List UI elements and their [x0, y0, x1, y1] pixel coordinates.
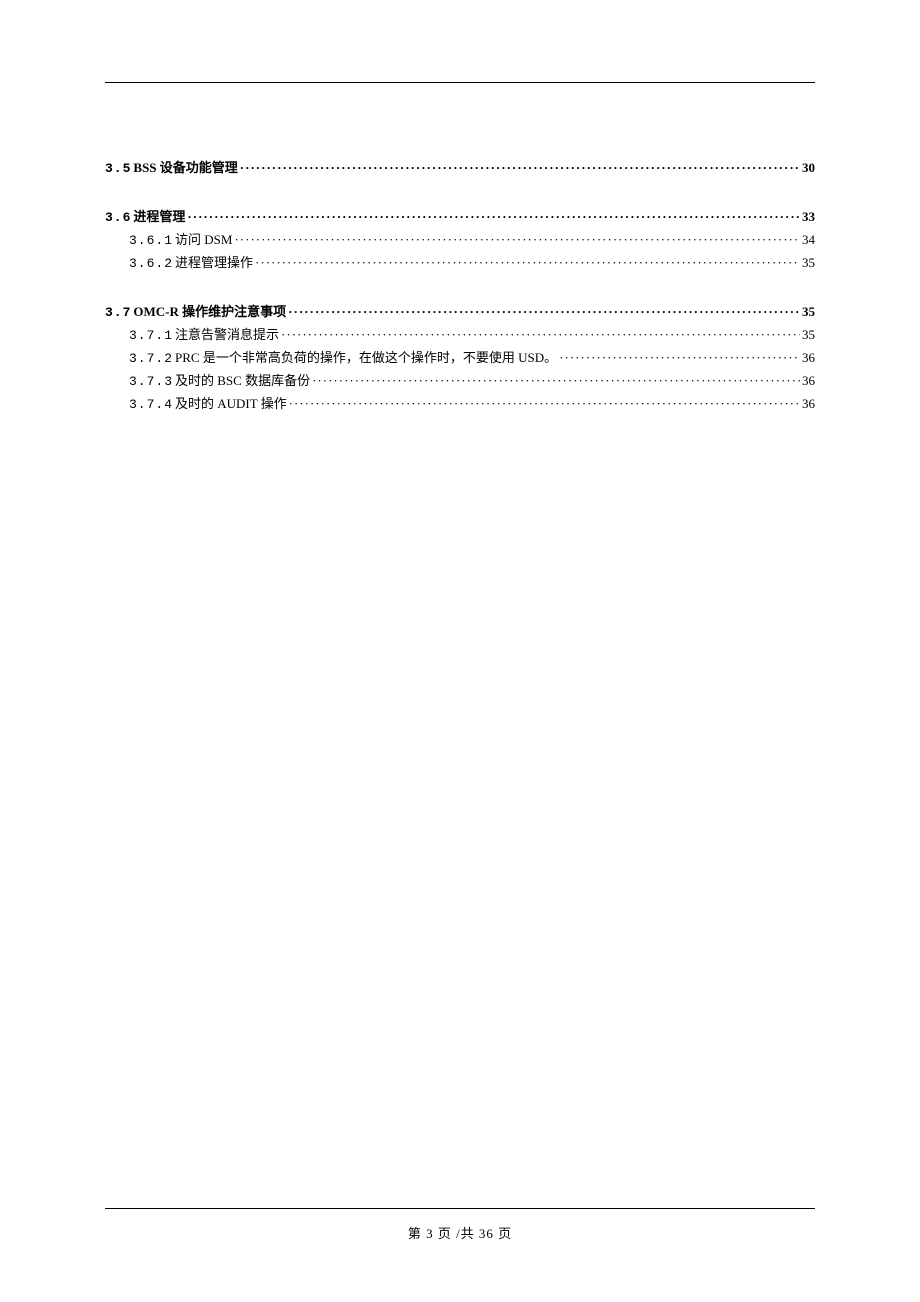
toc-subentry: 3.7.1 注意告警消息提示 35 — [105, 324, 815, 347]
toc-page: 34 — [802, 229, 815, 251]
toc-title: 及时的 BSC 数据库备份 — [175, 370, 310, 392]
toc-number: 3.7.1 — [129, 325, 173, 347]
toc-leader-dots — [559, 347, 800, 369]
toc-subentry: 3.6.1 访问 DSM 34 — [105, 229, 815, 252]
toc-section-3-6: 3.6 进程管理 33 3.6.1 访问 DSM 34 3.6.2 进程管理操作… — [105, 206, 815, 275]
toc-entry: 3.5 BSS 设备功能管理 30 — [105, 157, 815, 180]
toc-leader-dots — [240, 157, 800, 179]
toc-leader-dots — [234, 229, 800, 251]
toc-title: 进程管理 — [133, 206, 185, 228]
toc-entry: 3.6 进程管理 33 — [105, 206, 815, 229]
toc-title: OMC-R 操作维护注意事项 — [133, 301, 286, 323]
toc-section-3-7: 3.7 OMC-R 操作维护注意事项 35 3.7.1 注意告警消息提示 35 … — [105, 301, 815, 416]
toc-page: 33 — [802, 206, 815, 228]
toc-page: 36 — [802, 347, 815, 369]
page-footer: 第 3 页 /共 36 页 — [105, 1208, 815, 1242]
toc-title: 访问 DSM — [175, 229, 232, 251]
page-number: 第 3 页 /共 36 页 — [105, 1223, 815, 1242]
toc-page: 36 — [802, 393, 815, 415]
toc-leader-dots — [187, 206, 800, 228]
toc-leader-dots — [255, 252, 800, 274]
toc-title: BSS 设备功能管理 — [133, 157, 237, 179]
toc-title: PRC 是一个非常高负荷的操作，在做这个操作时，不要使用 USD。 — [175, 347, 557, 369]
toc-number: 3.7.4 — [129, 394, 173, 416]
toc-page: 36 — [802, 370, 815, 392]
toc-subentry: 3.7.2 PRC 是一个非常高负荷的操作，在做这个操作时，不要使用 USD。 … — [105, 347, 815, 370]
toc-leader-dots — [288, 301, 800, 323]
toc-page: 30 — [802, 157, 815, 179]
toc-title: 注意告警消息提示 — [175, 324, 279, 346]
toc-title: 及时的 AUDIT 操作 — [175, 393, 287, 415]
toc-leader-dots — [289, 393, 800, 415]
toc-number: 3.6.2 — [129, 253, 173, 275]
toc-subentry: 3.7.3 及时的 BSC 数据库备份 36 — [105, 370, 815, 393]
toc-page: 35 — [802, 252, 815, 274]
toc-number: 3.7.3 — [129, 371, 173, 393]
toc-title: 进程管理操作 — [175, 252, 253, 274]
page-content: 3.5 BSS 设备功能管理 30 3.6 进程管理 33 3.6.1 访问 D… — [105, 82, 815, 442]
toc-subentry: 3.7.4 及时的 AUDIT 操作 36 — [105, 393, 815, 416]
toc-number: 3.7 — [105, 302, 131, 324]
toc-page: 35 — [802, 301, 815, 323]
toc-number: 3.6.1 — [129, 230, 173, 252]
toc-subentry: 3.6.2 进程管理操作 35 — [105, 252, 815, 275]
toc-number: 3.6 — [105, 207, 131, 229]
toc-leader-dots — [281, 324, 800, 346]
toc-entry: 3.7 OMC-R 操作维护注意事项 35 — [105, 301, 815, 324]
toc-number: 3.7.2 — [129, 348, 173, 370]
toc-page: 35 — [802, 324, 815, 346]
toc-leader-dots — [312, 370, 800, 392]
header-rule — [105, 82, 815, 83]
toc-number: 3.5 — [105, 158, 131, 180]
footer-rule — [105, 1208, 815, 1209]
toc-section-3-5: 3.5 BSS 设备功能管理 30 — [105, 157, 815, 180]
